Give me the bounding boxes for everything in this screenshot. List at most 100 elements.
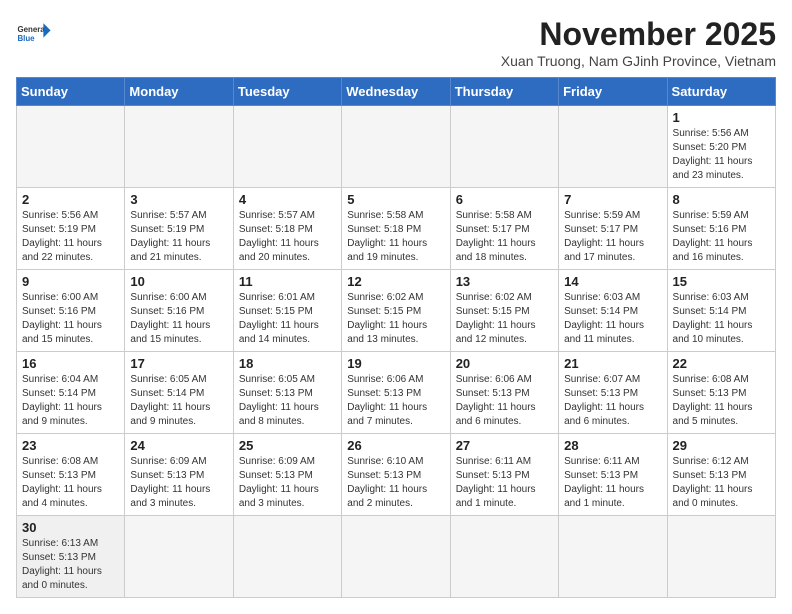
day-info: Sunrise: 5:58 AM Sunset: 5:17 PM Dayligh… (456, 209, 553, 265)
calendar-cell: 7 Sunrise: 5:59 AM Sunset: 5:17 PM Daylig… (559, 188, 667, 270)
day-number: 21 (564, 356, 661, 371)
weekday-header: Wednesday (342, 78, 450, 106)
day-info: Sunrise: 6:13 AM Sunset: 5:13 PM Dayligh… (22, 537, 119, 593)
day-number: 5 (347, 192, 444, 207)
calendar-cell: 1Sunrise: 5:56 AM Sunset: 5:20 PM Daylig… (667, 106, 775, 188)
week-row: 1Sunrise: 5:56 AM Sunset: 5:20 PM Daylig… (17, 106, 776, 188)
day-info: Sunrise: 6:03 AM Sunset: 5:14 PM Dayligh… (673, 291, 770, 347)
calendar-cell: 2 Sunrise: 5:56 AM Sunset: 5:19 PM Daylig… (17, 188, 125, 270)
calendar-cell: 21 Sunrise: 6:07 AM Sunset: 5:13 PM Dayli… (559, 352, 667, 434)
day-info: Sunrise: 6:04 AM Sunset: 5:14 PM Dayligh… (22, 373, 119, 429)
day-info: Sunrise: 6:05 AM Sunset: 5:14 PM Dayligh… (130, 373, 227, 429)
week-row: 9 Sunrise: 6:00 AM Sunset: 5:16 PM Daylig… (17, 270, 776, 352)
calendar-cell: 3Sunrise: 5:57 AM Sunset: 5:19 PM Daylig… (125, 188, 233, 270)
calendar-cell: 25 Sunrise: 6:09 AM Sunset: 5:13 PM Dayli… (233, 434, 341, 516)
calendar-cell (559, 106, 667, 188)
svg-text:General: General (17, 25, 46, 34)
calendar-cell: 30 Sunrise: 6:13 AM Sunset: 5:13 PM Dayli… (17, 516, 125, 598)
weekday-header: Tuesday (233, 78, 341, 106)
day-number: 24 (130, 438, 227, 453)
calendar-cell: 24 Sunrise: 6:09 AM Sunset: 5:13 PM Dayli… (125, 434, 233, 516)
day-info: Sunrise: 6:10 AM Sunset: 5:13 PM Dayligh… (347, 455, 444, 511)
day-number: 12 (347, 274, 444, 289)
day-number: 3 (130, 192, 227, 207)
day-number: 30 (22, 520, 119, 535)
calendar-cell (233, 106, 341, 188)
day-info: Sunrise: 6:02 AM Sunset: 5:15 PM Dayligh… (456, 291, 553, 347)
calendar-cell: 8 Sunrise: 5:59 AM Sunset: 5:16 PM Daylig… (667, 188, 775, 270)
calendar-cell (233, 516, 341, 598)
calendar-cell (450, 106, 558, 188)
calendar-cell: 20 Sunrise: 6:06 AM Sunset: 5:13 PM Dayli… (450, 352, 558, 434)
calendar-cell: 16 Sunrise: 6:04 AM Sunset: 5:14 PM Dayli… (17, 352, 125, 434)
calendar-cell: 15 Sunrise: 6:03 AM Sunset: 5:14 PM Dayli… (667, 270, 775, 352)
day-info: Sunrise: 5:59 AM Sunset: 5:17 PM Dayligh… (564, 209, 661, 265)
title-area: November 2025 Xuan Truong, Nam GJinh Pro… (501, 16, 776, 69)
day-info: Sunrise: 6:06 AM Sunset: 5:13 PM Dayligh… (347, 373, 444, 429)
calendar-cell: 10Sunrise: 6:00 AM Sunset: 5:16 PM Dayli… (125, 270, 233, 352)
calendar-body: 1Sunrise: 5:56 AM Sunset: 5:20 PM Daylig… (17, 106, 776, 598)
day-number: 20 (456, 356, 553, 371)
day-info: Sunrise: 5:56 AM Sunset: 5:19 PM Dayligh… (22, 209, 119, 265)
calendar-cell (450, 516, 558, 598)
day-number: 8 (673, 192, 770, 207)
week-row: 16 Sunrise: 6:04 AM Sunset: 5:14 PM Dayli… (17, 352, 776, 434)
day-number: 25 (239, 438, 336, 453)
logo: General Blue (16, 16, 52, 52)
calendar: SundayMondayTuesdayWednesdayThursdayFrid… (16, 77, 776, 598)
day-number: 11 (239, 274, 336, 289)
calendar-cell (17, 106, 125, 188)
weekday-header: Friday (559, 78, 667, 106)
week-row: 23Sunrise: 6:08 AM Sunset: 5:13 PM Dayli… (17, 434, 776, 516)
day-info: Sunrise: 6:12 AM Sunset: 5:13 PM Dayligh… (673, 455, 770, 511)
day-info: Sunrise: 6:09 AM Sunset: 5:13 PM Dayligh… (239, 455, 336, 511)
day-info: Sunrise: 5:58 AM Sunset: 5:18 PM Dayligh… (347, 209, 444, 265)
day-info: Sunrise: 6:09 AM Sunset: 5:13 PM Dayligh… (130, 455, 227, 511)
calendar-header: SundayMondayTuesdayWednesdayThursdayFrid… (17, 78, 776, 106)
calendar-cell: 29Sunrise: 6:12 AM Sunset: 5:13 PM Dayli… (667, 434, 775, 516)
calendar-cell: 5 Sunrise: 5:58 AM Sunset: 5:18 PM Daylig… (342, 188, 450, 270)
day-info: Sunrise: 5:59 AM Sunset: 5:16 PM Dayligh… (673, 209, 770, 265)
day-info: Sunrise: 6:11 AM Sunset: 5:13 PM Dayligh… (564, 455, 661, 511)
day-number: 1 (673, 110, 770, 125)
day-info: Sunrise: 6:05 AM Sunset: 5:13 PM Dayligh… (239, 373, 336, 429)
day-number: 22 (673, 356, 770, 371)
calendar-cell (125, 516, 233, 598)
day-number: 23 (22, 438, 119, 453)
weekday-header: Thursday (450, 78, 558, 106)
day-number: 16 (22, 356, 119, 371)
weekday-row: SundayMondayTuesdayWednesdayThursdayFrid… (17, 78, 776, 106)
day-info: Sunrise: 6:00 AM Sunset: 5:16 PM Dayligh… (22, 291, 119, 347)
day-number: 17 (130, 356, 227, 371)
calendar-cell (125, 106, 233, 188)
calendar-cell: 18Sunrise: 6:05 AM Sunset: 5:13 PM Dayli… (233, 352, 341, 434)
day-info: Sunrise: 6:00 AM Sunset: 5:16 PM Dayligh… (130, 291, 227, 347)
weekday-header: Saturday (667, 78, 775, 106)
calendar-cell: 26 Sunrise: 6:10 AM Sunset: 5:13 PM Dayli… (342, 434, 450, 516)
week-row: 30 Sunrise: 6:13 AM Sunset: 5:13 PM Dayli… (17, 516, 776, 598)
day-info: Sunrise: 6:02 AM Sunset: 5:15 PM Dayligh… (347, 291, 444, 347)
header: General Blue November 2025 Xuan Truong, … (16, 16, 776, 69)
day-info: Sunrise: 6:11 AM Sunset: 5:13 PM Dayligh… (456, 455, 553, 511)
day-number: 15 (673, 274, 770, 289)
day-number: 2 (22, 192, 119, 207)
calendar-cell: 11Sunrise: 6:01 AM Sunset: 5:15 PM Dayli… (233, 270, 341, 352)
day-number: 7 (564, 192, 661, 207)
calendar-cell: 14Sunrise: 6:03 AM Sunset: 5:14 PM Dayli… (559, 270, 667, 352)
weekday-header: Sunday (17, 78, 125, 106)
calendar-cell: 13Sunrise: 6:02 AM Sunset: 5:15 PM Dayli… (450, 270, 558, 352)
calendar-cell (559, 516, 667, 598)
calendar-cell (667, 516, 775, 598)
day-info: Sunrise: 6:03 AM Sunset: 5:14 PM Dayligh… (564, 291, 661, 347)
day-info: Sunrise: 6:08 AM Sunset: 5:13 PM Dayligh… (673, 373, 770, 429)
day-number: 26 (347, 438, 444, 453)
calendar-cell: 27Sunrise: 6:11 AM Sunset: 5:13 PM Dayli… (450, 434, 558, 516)
day-info: Sunrise: 6:07 AM Sunset: 5:13 PM Dayligh… (564, 373, 661, 429)
day-info: Sunrise: 6:06 AM Sunset: 5:13 PM Dayligh… (456, 373, 553, 429)
day-number: 9 (22, 274, 119, 289)
calendar-cell: 6Sunrise: 5:58 AM Sunset: 5:17 PM Daylig… (450, 188, 558, 270)
calendar-cell: 28Sunrise: 6:11 AM Sunset: 5:13 PM Dayli… (559, 434, 667, 516)
month-title: November 2025 (501, 16, 776, 53)
week-row: 2 Sunrise: 5:56 AM Sunset: 5:19 PM Daylig… (17, 188, 776, 270)
calendar-cell: 22 Sunrise: 6:08 AM Sunset: 5:13 PM Dayli… (667, 352, 775, 434)
